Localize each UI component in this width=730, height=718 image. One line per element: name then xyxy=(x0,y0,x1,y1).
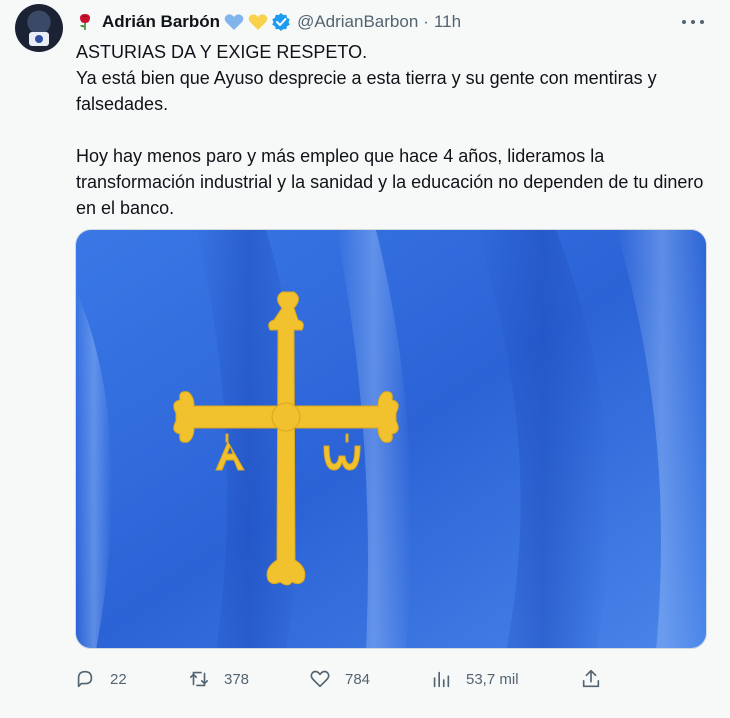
blue-heart-icon xyxy=(224,14,244,30)
tweet-image[interactable] xyxy=(75,229,707,649)
heart-icon xyxy=(310,670,330,688)
retweet-icon xyxy=(189,671,209,687)
share-button[interactable] xyxy=(580,664,602,694)
retweet-count: 378 xyxy=(224,670,250,688)
retweet-button[interactable]: 378 xyxy=(188,664,249,694)
tweet[interactable]: Adrián Barbón @AdrianBarbon · 11h ASTURI… xyxy=(0,0,730,718)
like-count: 784 xyxy=(345,670,371,688)
views-count: 53,7 mil xyxy=(466,670,519,688)
tweet-header: Adrián Barbón @AdrianBarbon · 11h xyxy=(76,10,461,34)
like-button[interactable]: 784 xyxy=(309,664,370,694)
author-name[interactable]: Adrián Barbón xyxy=(102,12,220,32)
reply-count: 22 xyxy=(110,670,127,688)
asturias-flag xyxy=(76,230,706,648)
views-button[interactable]: 53,7 mil xyxy=(430,664,519,694)
more-options-icon[interactable] xyxy=(682,12,704,32)
avatar[interactable] xyxy=(15,4,63,52)
separator-dot: · xyxy=(423,12,429,31)
verified-badge-icon xyxy=(272,13,290,31)
tweet-actions: 22 378 784 53,7 mil xyxy=(74,664,614,694)
reply-button[interactable]: 22 xyxy=(74,664,127,694)
share-icon xyxy=(582,669,600,688)
rose-icon xyxy=(80,14,90,30)
tweet-text-line: Hoy hay menos paro y más empleo que hace… xyxy=(76,146,709,218)
tweet-text-line: ASTURIAS DA Y EXIGE RESPETO. xyxy=(76,42,368,62)
author-handle[interactable]: @AdrianBarbon xyxy=(297,12,418,32)
tweet-text-line: Ya está bien que Ayuso desprecie a esta … xyxy=(76,68,662,114)
reply-icon xyxy=(77,670,93,688)
tweet-text: ASTURIAS DA Y EXIGE RESPETO. Ya está bie… xyxy=(76,39,716,221)
views-icon xyxy=(433,671,450,688)
timestamp[interactable]: 11h xyxy=(434,12,461,32)
yellow-heart-icon xyxy=(248,14,268,30)
avatar-emblem xyxy=(29,32,49,46)
